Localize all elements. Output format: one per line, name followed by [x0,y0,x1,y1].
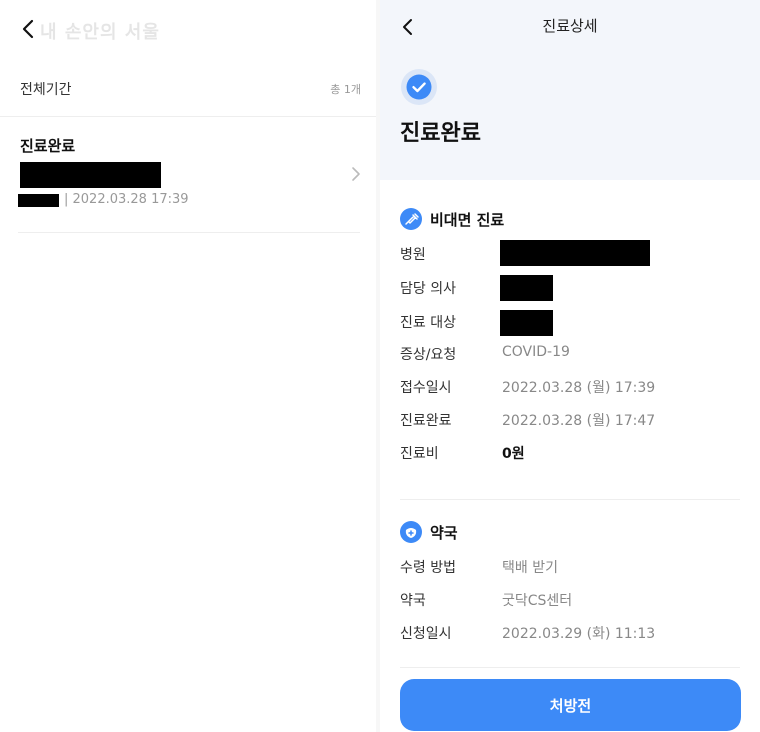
top-bar: 내 손안의 서울 [0,0,376,56]
consult-section-title: 비대면 진료 [400,208,504,230]
redacted-hospital-name [20,162,161,188]
row-label: 병원 [400,247,426,263]
info-row-received: 접수일시 2022.03.28 (월) 17:39 [400,375,740,399]
row-value: 굿닥CS센터 [502,593,573,609]
row-label: 수령 방법 [400,560,456,576]
row-value: COVID-19 [502,344,570,360]
row-label: 약국 [400,593,426,609]
chevron-right-icon [352,167,360,181]
pharmacy-section-label: 약국 [430,523,458,542]
info-row-completed: 진료완료 2022.03.28 (월) 17:47 [400,408,740,432]
divider [18,232,360,233]
check-circle-icon [401,69,437,105]
info-row-doctor: 담당 의사 [400,275,740,301]
divider [400,667,740,668]
row-label: 진료 대상 [400,315,456,331]
item-date-value: 2022.03.28 17:39 [72,192,189,207]
row-label: 진료완료 [400,413,452,429]
info-row-delivery: 수령 방법 택배 받기 [400,555,740,579]
row-label: 접수일시 [400,380,452,396]
redacted-patient [500,310,553,336]
item-date: | 2022.03.28 17:39 [64,192,189,207]
syringe-icon [400,208,422,230]
watermark: 내 손안의 서울 [40,22,160,43]
pharmacy-icon [400,521,422,543]
row-value: 2022.03.28 (월) 17:47 [502,413,656,429]
divider [0,116,376,117]
back-arrow-icon[interactable] [12,12,42,46]
row-label: 증상/요청 [400,347,457,363]
info-row-fee: 진료비 0원 [400,441,740,465]
period-filter[interactable]: 전체기간 [20,79,72,99]
period-filter-row: 전체기간 총 1개 [0,70,376,110]
info-row-patient: 진료 대상 [400,310,740,336]
row-label: 신청일시 [400,626,452,642]
pharmacy-section-title: 약국 [400,521,458,543]
total-count: 총 1개 [330,83,361,96]
row-value: 2022.03.28 (월) 17:39 [502,380,656,396]
history-list-panel: 내 손안의 서울 전체기간 총 1개 진료완료 | 2022.03.28 17:… [0,0,376,732]
list-item[interactable]: 진료완료 | 2022.03.28 17:39 [0,128,376,232]
row-label: 담당 의사 [400,281,456,297]
detail-header: 진료상세 진료완료 [380,0,760,180]
row-label: 진료비 [400,446,439,462]
row-value: 2022.03.29 (화) 11:13 [502,626,656,642]
status-heading: 진료완료 [400,121,481,146]
redacted-hospital [500,240,650,266]
divider [400,499,740,500]
redacted-doctor [500,275,553,301]
prescription-button[interactable]: 처방전 [400,679,741,731]
redacted-patient-name [18,194,59,207]
page-title: 진료상세 [542,17,598,35]
info-row-requested: 신청일시 2022.03.29 (화) 11:13 [400,621,740,645]
consult-section-label: 비대면 진료 [430,210,505,229]
item-status: 진료완료 [20,137,76,155]
row-value: 0원 [502,446,525,462]
row-value: 택배 받기 [502,560,558,576]
detail-panel: 진료상세 진료완료 비대면 진료 병원 담당 의사 진료 대상 증상/요청 CO… [380,0,760,732]
info-row-symptom: 증상/요청 COVID-19 [400,342,740,366]
info-row-pharmacy: 약국 굿닥CS센터 [400,588,740,612]
info-row-hospital: 병원 [400,240,740,266]
